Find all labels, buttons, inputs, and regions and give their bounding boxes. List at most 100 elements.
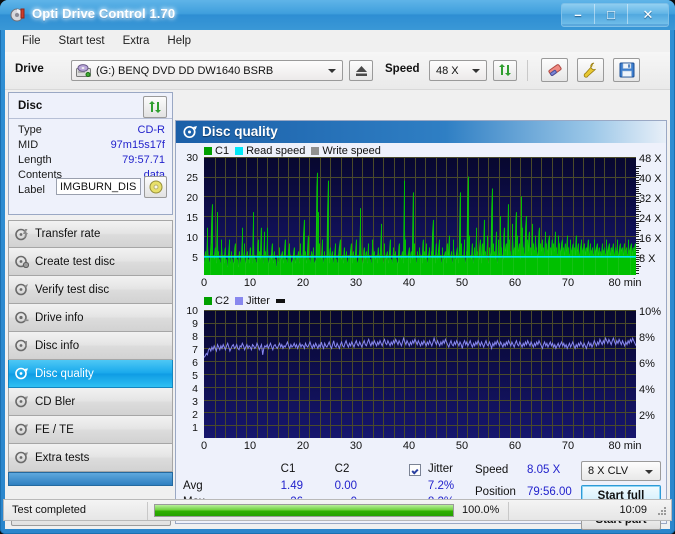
jit-xtick-50: 50 [455, 440, 469, 452]
jit-ytick-7: 7 [192, 344, 198, 356]
speed-value: 48 X [436, 64, 459, 77]
c1-xtick-50: 50 [455, 277, 469, 289]
c1-y2tick-8: 8 X [639, 253, 656, 265]
title-bar: Opti Drive Control 1.70 – □ ✕ [0, 0, 675, 30]
refresh-drive-button[interactable] [493, 60, 517, 81]
disc-field-mid-value: 97m15s17f [110, 139, 165, 151]
disc-field-length: Length 79:57.71 [18, 154, 165, 169]
drive-select[interactable]: (G:) BENQ DVD DD DW1640 BSRB [71, 60, 343, 81]
legend-label-read-speed: Read speed [246, 145, 306, 157]
client-area: File Start test Extra Help Drive (G:) BE… [5, 30, 670, 530]
maximize-icon: □ [607, 6, 615, 22]
disc-fete-icon [9, 423, 35, 436]
minimize-button[interactable]: – [562, 4, 595, 24]
disc-label-button[interactable] [144, 176, 167, 198]
jit-xtick-70: 70 [561, 440, 575, 452]
sidebar-item-disc-quality[interactable]: Disc quality [8, 360, 173, 388]
tools-button[interactable] [577, 58, 604, 82]
jit-ytick-2: 2 [192, 409, 198, 421]
c1-y2tick-32: 32 X [639, 193, 662, 205]
maximize-button[interactable]: □ [595, 4, 628, 24]
close-icon: ✕ [642, 6, 654, 22]
erase-button[interactable] [541, 58, 568, 82]
legend-swatch-extra [275, 299, 285, 303]
disc-field-length-label: Length [18, 154, 52, 166]
disc-bler-icon [9, 395, 35, 408]
menu-start-test[interactable]: Start test [50, 32, 114, 50]
c1-xtick-80: 80 min [608, 277, 642, 289]
jit-y2tick-2: 2% [639, 410, 655, 422]
results-col-c1: C1 [280, 463, 296, 475]
jitter-checkbox[interactable] [409, 464, 421, 476]
eject-button[interactable] [349, 60, 373, 81]
menu-extra[interactable]: Extra [114, 32, 159, 50]
drive-info-icon [9, 311, 35, 324]
app-icon [10, 7, 26, 23]
sidebar-item-create-test-disc[interactable]: Create test disc [8, 248, 173, 276]
c1-xtick-60: 60 [508, 277, 522, 289]
refresh-disc-button[interactable] [143, 96, 167, 118]
jitter-label: Jitter [428, 463, 453, 475]
clv-speed-value: 8 X CLV [588, 465, 629, 477]
menu-help[interactable]: Help [158, 32, 200, 50]
clv-speed-select[interactable]: 8 X CLV [581, 461, 661, 481]
c1-y2tick-48: 48 X [639, 153, 662, 165]
progress-percent: 100.0% [462, 504, 500, 516]
disc-label-caption: Label [18, 184, 45, 196]
sidebar-item-verify-test-disc[interactable]: Verify test disc [8, 276, 173, 304]
resize-grip-icon[interactable] [655, 505, 667, 517]
jit-ytick-5: 5 [192, 370, 198, 382]
disc-field-type: Type CD-R [18, 124, 165, 139]
c1-y2-axis-ticks [636, 166, 641, 274]
eject-icon [355, 65, 367, 76]
legend-swatch-c2 [204, 297, 212, 305]
tools-icon [583, 62, 596, 78]
sidebar-item-fe-te[interactable]: FE / TE [8, 416, 173, 444]
c1-xtick-0: 0 [200, 277, 208, 289]
position-result-label: Position [475, 486, 516, 498]
jitter-plot-svg [204, 310, 636, 438]
sidebar-item-disc-info[interactable]: Disc info [8, 332, 173, 360]
drive-label: Drive [15, 63, 44, 75]
c1-xtick-30: 30 [349, 277, 363, 289]
window-controls: – □ ✕ [561, 3, 669, 27]
jit-xtick-80: 80 min [608, 440, 642, 452]
legend-swatch-jitter [235, 297, 244, 305]
sidebar-item-extra-tests[interactable]: Extra tests [8, 444, 173, 472]
speed-result-value: 8.05 X [527, 464, 561, 476]
left-panel: Disc Type CD-R MID 97m15s17f Length 79:5… [8, 92, 173, 526]
sidebar-item-drive-info[interactable]: Drive info [8, 304, 173, 332]
sidebar-item-transfer-rate[interactable]: Transfer rate [8, 220, 173, 248]
menu-file[interactable]: File [13, 32, 50, 50]
jitter-chart: C2 Jitter 10 9 8 7 6 5 4 3 2 1 10% 8% 6%… [176, 293, 666, 455]
c1-xtick-10: 10 [243, 277, 257, 289]
jit-ytick-9: 9 [192, 318, 198, 330]
results-col-c2: C2 [334, 463, 350, 475]
disc-field-type-value: CD-R [137, 124, 166, 136]
legend-swatch-c1 [204, 147, 212, 155]
app-window: Opti Drive Control 1.70 – □ ✕ File Start… [0, 0, 675, 534]
save-button[interactable] [613, 58, 640, 82]
c1-ytick-30: 30 [186, 152, 198, 164]
c1-xtick-70: 70 [561, 277, 575, 289]
sidebar-divider [8, 472, 173, 486]
c1-y2tick-40: 40 X [639, 173, 662, 185]
drive-value: (G:) BENQ DVD DD DW1640 BSRB [96, 64, 274, 77]
disc-field-type-label: Type [18, 124, 42, 136]
drive-icon [76, 63, 91, 78]
disc-label-input[interactable]: IMGBURN_DIS [56, 178, 141, 195]
close-button[interactable]: ✕ [628, 4, 668, 24]
eraser-icon [547, 64, 562, 77]
jit-ytick-3: 3 [192, 396, 198, 408]
jit-y2tick-6: 6% [639, 358, 655, 370]
disc-info-icon [9, 339, 35, 352]
c1-y2tick-16: 16 X [639, 233, 662, 245]
disc-extra-icon [9, 451, 35, 464]
sidebar-nav: Transfer rate Create test disc Verify te… [8, 220, 173, 472]
sidebar-item-label: Disc info [35, 339, 80, 352]
speed-select[interactable]: 48 X [429, 60, 487, 81]
jit-xtick-40: 40 [402, 440, 416, 452]
jit-xtick-20: 20 [296, 440, 310, 452]
sidebar-item-cd-bler[interactable]: CD Bler [8, 388, 173, 416]
jitter-plot-area [204, 310, 636, 438]
